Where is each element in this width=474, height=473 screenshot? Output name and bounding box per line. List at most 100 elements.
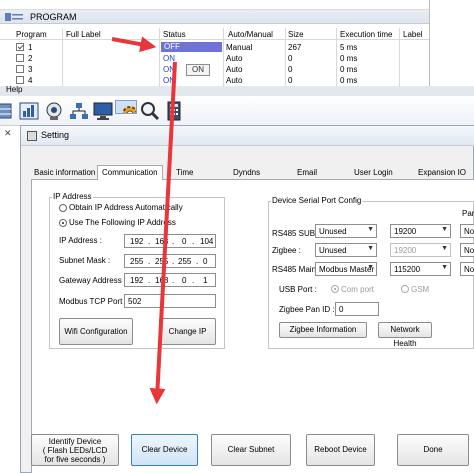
table-row[interactable]: 2 ON Auto 0 0 ms (0, 53, 429, 64)
zigbee-extra-select[interactable]: No (460, 243, 474, 257)
rs485-main-extra-select[interactable]: No (460, 262, 474, 276)
exec-value: 5 ms (340, 43, 358, 52)
menu-bar: Help (0, 85, 474, 96)
row-checkbox[interactable] (16, 65, 24, 73)
size-value: 0 (288, 54, 293, 63)
table-row[interactable]: 4 ON Auto 0 0 ms (0, 75, 429, 86)
mask-octet: 255 (155, 257, 169, 266)
status-cell-selected[interactable]: OFF (161, 42, 222, 52)
rs485-sub-extra-select[interactable]: No (460, 224, 474, 238)
toolbar-button-search[interactable] (139, 100, 161, 122)
clear-device-button[interactable]: Clear Device (131, 434, 198, 466)
use-following-label: Use The Following IP Address (69, 218, 176, 227)
network-health-button[interactable]: Network Health (378, 322, 432, 348)
gateway-field[interactable]: 192 . 168 . 0 . 1 (124, 273, 216, 287)
status-value[interactable]: ON (163, 65, 175, 74)
menu-help[interactable]: Help (6, 85, 22, 94)
mode-value: Auto (226, 76, 243, 85)
col-label[interactable]: Label (403, 30, 423, 39)
toolbar-button-chart[interactable] (18, 100, 40, 122)
wifi-configuration-button[interactable]: Wifi Configuration (59, 318, 133, 345)
col-status[interactable]: Status (163, 30, 186, 39)
done-label: Done (423, 445, 443, 454)
ip-octet: 104 (200, 237, 214, 246)
size-value: 0 (288, 76, 293, 85)
use-following-radio[interactable] (59, 219, 67, 227)
col-program[interactable]: Program (16, 30, 47, 39)
reboot-device-button[interactable]: Reboot Device (306, 434, 375, 466)
rs485-main-baud-select[interactable]: 115200 ▼ (390, 262, 451, 276)
zigbee-baud-value: 19200 (394, 246, 417, 255)
obtain-auto-radio[interactable] (59, 204, 67, 212)
status-value: OFF (164, 42, 180, 51)
tab-communication[interactable]: Communication (97, 165, 163, 180)
usb-com-port-radio[interactable] (331, 285, 339, 293)
tab-user-login[interactable]: User Login (354, 168, 393, 177)
ip-address-group-label: IP Address (52, 192, 93, 201)
mask-octet: 255 (130, 257, 144, 266)
rs485-sub-baud-value: 19200 (394, 227, 417, 236)
col-size[interactable]: Size (288, 30, 304, 39)
status-value[interactable]: ON (163, 76, 175, 85)
close-icon[interactable]: ✕ (4, 128, 14, 138)
zigbee-pan-id-input[interactable]: 0 (335, 302, 379, 316)
identify-device-button[interactable]: Identify Device ( Flash LEDs/LCD for fiv… (31, 434, 119, 466)
modbus-tcp-port-input[interactable]: 502 (124, 294, 216, 308)
tab-email[interactable]: Email (297, 168, 317, 177)
change-ip-button[interactable]: Change IP (159, 318, 216, 345)
serial-port-group-label: Device Serial Port Config (271, 196, 363, 205)
chevron-down-icon: ▼ (367, 245, 374, 252)
row-checkbox[interactable] (16, 76, 24, 84)
rs485-main-label: RS485 Main : (272, 265, 321, 274)
status-value[interactable]: ON (163, 54, 175, 63)
chevron-down-icon: ▼ (441, 245, 448, 252)
zigbee-mode-value: Unused (319, 246, 347, 255)
rs485-sub-baud-select[interactable]: 19200 ▼ (390, 224, 451, 238)
col-full-label[interactable]: Full Label (66, 30, 101, 39)
subnet-mask-field[interactable]: 255 . 255 . 255 . 0 (124, 254, 216, 268)
row-number: 2 (28, 54, 33, 63)
change-ip-label: Change IP (168, 327, 207, 336)
rs485-main-baud-value: 115200 (394, 265, 421, 274)
toolbar-button-network[interactable] (68, 100, 90, 122)
gateway-label: Gateway Address : (59, 276, 127, 285)
ip-address-field[interactable]: 192 . 168 . 0 . 104 (124, 234, 216, 248)
mode-value: Auto (226, 54, 243, 63)
reboot-device-label: Reboot Device (314, 445, 367, 454)
program-title-bar: PROGRAM (0, 10, 429, 24)
done-button[interactable]: Done (397, 434, 469, 466)
chevron-down-icon: ▼ (367, 264, 374, 271)
row-checkbox[interactable] (16, 43, 24, 51)
table-row[interactable]: 1 OFF Manual 267 5 ms (0, 42, 429, 53)
tab-basic-information[interactable]: Basic information (34, 168, 95, 177)
zigbee-baud-select[interactable]: 19200 ▼ (390, 243, 451, 257)
gw-octet: 192 (130, 276, 144, 285)
table-row[interactable]: 3 ON Auto 0 0 ms (0, 64, 429, 75)
zigbee-pan-id-label: Zigbee Pan ID : (279, 305, 335, 314)
main-toolbar (0, 96, 474, 126)
tab-time[interactable]: Time (176, 168, 193, 177)
identify-device-line: Identify Device (48, 437, 102, 446)
rs485-sub-mode-value: Unused (319, 227, 347, 236)
toolbar-button-calculator[interactable] (163, 100, 185, 122)
tab-expansion-io[interactable]: Expansion IO (418, 168, 466, 177)
setting-tabs: Basic information Communication Time Dyn… (31, 165, 474, 180)
toolbar-button-grid[interactable] (0, 100, 14, 122)
clear-subnet-database-button[interactable]: Clear Subnet Database (211, 434, 291, 466)
zigbee-mode-select[interactable]: Unused ▼ (315, 243, 377, 257)
zigbee-information-button[interactable]: Zigbee Information (279, 322, 367, 338)
toolbar-button-settings[interactable] (115, 100, 137, 114)
rs485-sub-mode-select[interactable]: Unused ▼ (315, 224, 377, 238)
network-health-label: Network Health (390, 325, 420, 348)
col-execution-time[interactable]: Execution time (340, 30, 392, 39)
usb-gsm-radio[interactable] (401, 285, 409, 293)
tab-dyndns[interactable]: Dyndns (233, 168, 260, 177)
rs485-main-mode-select[interactable]: Modbus Master ▼ (315, 262, 377, 276)
col-auto-manual[interactable]: Auto/Manual (228, 30, 273, 39)
row-checkbox[interactable] (16, 54, 24, 62)
toolbar-button-webcam[interactable] (43, 100, 65, 122)
obtain-auto-label: Obtain IP Address Automatically (69, 203, 183, 212)
row-number: 3 (28, 65, 33, 74)
gw-octet: 168 (155, 276, 169, 285)
toolbar-button-monitor[interactable] (92, 100, 114, 122)
